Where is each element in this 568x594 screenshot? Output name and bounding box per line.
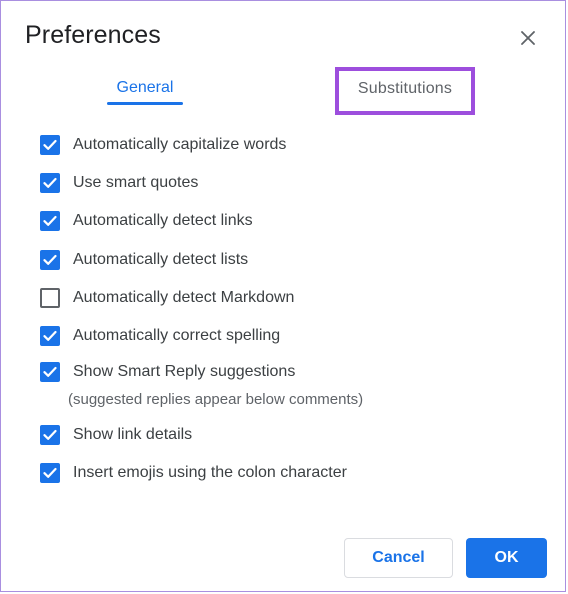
checkmark-icon (43, 467, 57, 478)
tab-general[interactable]: General (107, 79, 183, 97)
tab-general-underline (107, 102, 183, 105)
checkbox[interactable] (40, 362, 60, 382)
dialog-title: Preferences (25, 21, 161, 49)
option-label: Automatically detect lists (73, 251, 249, 268)
option-label: Show Smart Reply suggestions (73, 363, 296, 380)
checkbox[interactable] (40, 250, 60, 270)
checkbox[interactable] (40, 173, 60, 193)
preferences-dialog: Preferences General Substitutions Automa… (0, 0, 566, 592)
option-detect-links[interactable]: Automatically detect links (40, 211, 253, 231)
option-link-details[interactable]: Show link details (40, 425, 192, 445)
checkmark-icon (43, 366, 57, 377)
checkmark-icon (43, 177, 57, 188)
checkbox[interactable] (40, 326, 60, 346)
checkmark-icon (43, 139, 57, 150)
checkmark-icon (43, 215, 57, 226)
checkmark-icon (43, 330, 57, 341)
close-button[interactable] (515, 25, 541, 51)
checkbox[interactable] (40, 211, 60, 231)
option-label: Automatically detect Markdown (73, 289, 295, 306)
tab-substitutions[interactable]: Substitutions (335, 80, 475, 98)
option-label: Automatically correct spelling (73, 327, 281, 344)
close-icon (521, 31, 535, 45)
ok-button[interactable]: OK (466, 538, 547, 578)
option-label: Insert emojis using the colon character (73, 464, 347, 481)
checkbox[interactable] (40, 463, 60, 483)
checkmark-icon (43, 254, 57, 265)
checkbox[interactable] (40, 425, 60, 445)
option-label: Show link details (73, 426, 193, 443)
option-detect-lists[interactable]: Automatically detect lists (40, 250, 248, 270)
option-label: Automatically capitalize words (73, 136, 287, 153)
cancel-button[interactable]: Cancel (344, 538, 453, 578)
checkbox[interactable] (40, 288, 60, 308)
option-smart-quotes[interactable]: Use smart quotes (40, 173, 198, 193)
smart-reply-hint: (suggested replies appear below comments… (68, 391, 364, 408)
option-correct-spelling[interactable]: Automatically correct spelling (40, 326, 280, 346)
option-detect-markdown[interactable]: Automatically detect Markdown (40, 288, 294, 308)
option-label: Use smart quotes (73, 174, 199, 191)
option-label: Automatically detect links (73, 212, 253, 229)
checkmark-icon (43, 429, 57, 440)
checkbox[interactable] (40, 135, 60, 155)
option-capitalize-words[interactable]: Automatically capitalize words (40, 135, 286, 155)
option-insert-emojis[interactable]: Insert emojis using the colon character (40, 463, 347, 483)
option-smart-reply[interactable]: Show Smart Reply suggestions (40, 362, 295, 382)
